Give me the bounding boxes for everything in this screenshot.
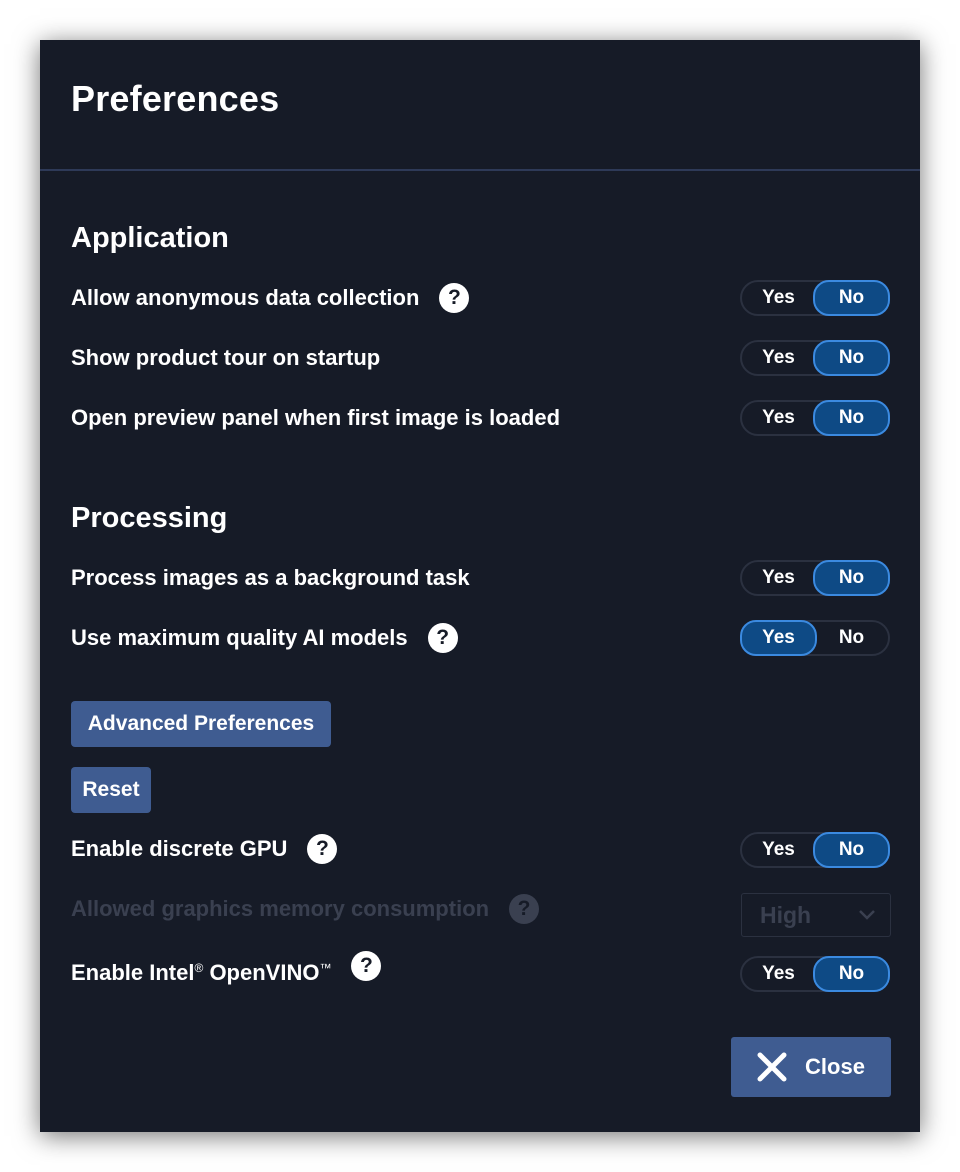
section-title-application: Application (71, 222, 229, 254)
toggle-yes-option[interactable]: Yes (742, 958, 815, 990)
help-icon: ? (509, 894, 540, 924)
toggle-anonymous-data[interactable]: Yes No (740, 280, 890, 316)
advanced-preferences-button[interactable]: Advanced Preferences (71, 701, 331, 747)
toggle-max-quality[interactable]: Yes No (740, 620, 890, 656)
graphics-memory-select: High (741, 893, 891, 937)
label-text: Enable discrete GPU (71, 836, 288, 861)
toggle-openvino[interactable]: Yes No (740, 956, 890, 992)
row-label-background-task: Process images as a background task (71, 560, 470, 596)
row-label-max-quality: Use maximum quality AI models ? (71, 620, 458, 656)
label-text: Process images as a background task (71, 565, 470, 590)
row-label-graphics-memory: Allowed graphics memory consumption ? (71, 891, 540, 927)
row-label-discrete-gpu: Enable discrete GPU ? (71, 831, 338, 867)
label-text: Use maximum quality AI models (71, 625, 408, 650)
help-icon[interactable]: ? (439, 283, 470, 313)
toggle-yes-option[interactable]: Yes (742, 342, 815, 374)
toggle-no-option[interactable]: No (813, 832, 890, 868)
toggle-no-option[interactable]: No (813, 280, 890, 316)
toggle-preview-panel[interactable]: Yes No (740, 400, 890, 436)
toggle-yes-option[interactable]: Yes (742, 402, 815, 434)
row-label-anonymous-data: Allow anonymous data collection ? (71, 280, 470, 316)
toggle-background-task[interactable]: Yes No (740, 560, 890, 596)
row-label-openvino: Enable Intel® OpenVINO™ ? (71, 951, 382, 991)
label-text: Allowed graphics memory consumption (71, 896, 490, 921)
toggle-no-option[interactable]: No (815, 622, 888, 654)
select-value: High (760, 901, 812, 928)
help-icon[interactable]: ? (307, 834, 338, 864)
toggle-no-option[interactable]: No (813, 560, 890, 596)
toggle-yes-option[interactable]: Yes (742, 834, 815, 866)
reset-button[interactable]: Reset (71, 767, 151, 813)
close-button[interactable]: Close (731, 1037, 891, 1097)
row-label-product-tour: Show product tour on startup (71, 340, 380, 376)
row-label-preview-panel: Open preview panel when first image is l… (71, 400, 560, 436)
toggle-yes-option[interactable]: Yes (740, 620, 817, 656)
dialog-title: Preferences (71, 78, 280, 119)
label-text: Show product tour on startup (71, 345, 381, 370)
toggle-yes-option[interactable]: Yes (742, 562, 815, 594)
section-title-processing: Processing (71, 502, 228, 534)
label-text: Enable Intel® OpenVINO™ (71, 960, 332, 985)
toggle-no-option[interactable]: No (813, 340, 890, 376)
label-text: Open preview panel when first image is l… (71, 405, 561, 430)
title-divider (40, 169, 920, 171)
toggle-no-option[interactable]: No (813, 956, 890, 992)
toggle-yes-option[interactable]: Yes (742, 282, 815, 314)
label-text: Allow anonymous data collection (71, 285, 420, 310)
close-icon (757, 1052, 787, 1082)
help-icon[interactable]: ? (427, 623, 458, 653)
preferences-dialog: Preferences Application Allow anonymous … (40, 40, 920, 1132)
close-label: Close (805, 1054, 865, 1079)
help-icon[interactable]: ? (351, 951, 382, 981)
toggle-no-option[interactable]: No (813, 400, 890, 436)
toggle-product-tour[interactable]: Yes No (740, 340, 890, 376)
chevron-down-icon (859, 910, 875, 920)
toggle-discrete-gpu[interactable]: Yes No (740, 832, 890, 868)
